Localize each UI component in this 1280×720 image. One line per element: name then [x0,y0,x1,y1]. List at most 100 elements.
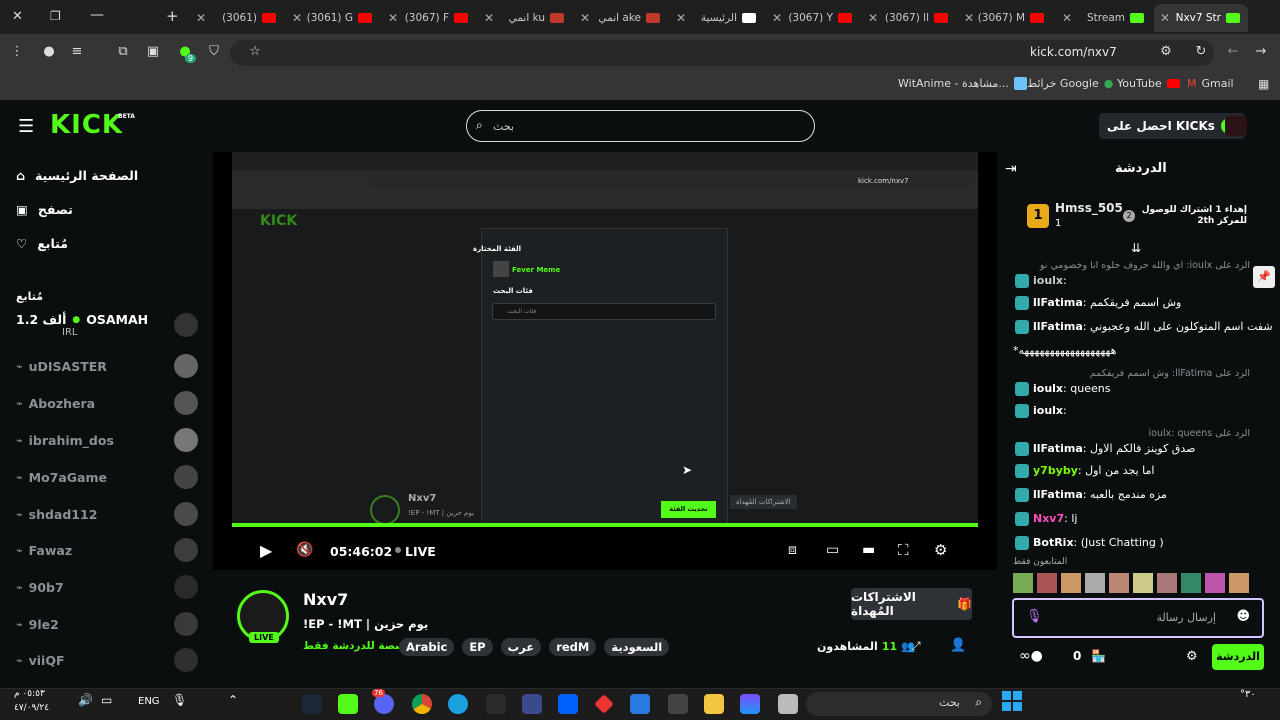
clip-icon[interactable]: ⧈ [788,542,797,558]
back-icon[interactable]: → [1252,44,1270,59]
chat-send-button[interactable]: الدردشة [1212,644,1264,670]
dropbox-icon[interactable] [558,694,578,714]
weather-temp[interactable]: °٣٠ [1240,689,1256,700]
chat-message[interactable]: llFatima: شفت اسم المتوكلون على الله وعج… [1013,320,1273,334]
app-icon[interactable] [522,694,542,714]
close-tab-icon[interactable]: ✕ [388,11,398,25]
followed-channel[interactable]: ⌁ Abozhera [16,388,198,418]
kick-logo[interactable]: KICK [50,110,123,140]
browser-tab[interactable]: ✕ (3061) [190,4,284,32]
chat-message[interactable]: ioulx: [1013,274,1067,288]
taskbar-search[interactable]: بحث ⌕ [806,692,992,716]
chat-reply-preview[interactable]: الرد على ioulx: اي والله حروف حلوه انا و… [1040,260,1250,271]
close-tab-icon[interactable]: ✕ [868,11,878,25]
update-category-button[interactable]: تحديث الفئة [661,501,716,518]
followed-channel[interactable]: ⌁ viiQF [16,645,198,675]
nav-home[interactable]: ⌂ الصفحة الرئيسية [16,168,138,183]
restore-window-icon[interactable]: ❐ [50,9,61,23]
reload-icon[interactable]: ↻ [1192,44,1210,59]
minimize-window-icon[interactable]: — [90,7,104,23]
category-search-input[interactable]: فئات البحث [492,303,716,320]
pip-icon[interactable]: ▭ [826,542,839,558]
close-tab-icon[interactable]: ✕ [1062,11,1072,25]
chat-username[interactable]: llFatima [1033,296,1083,309]
chat-message[interactable]: llFatima: صدق كوينز فالكم الاول [1013,442,1195,456]
edge-icon[interactable] [448,694,468,714]
followed-channel[interactable]: ⌁ 90b7 [16,572,198,602]
scroll-arrow-icon[interactable]: ⇊ [1131,241,1141,255]
epic-games-icon[interactable] [486,694,506,714]
mic-tray-icon[interactable]: 🎙 [172,693,187,707]
channel-points[interactable]: 0 🏪 [1073,649,1106,663]
site-settings-icon[interactable]: ⚙ [1157,44,1175,59]
store-icon[interactable] [668,694,688,714]
new-tab-button[interactable]: + [166,7,179,25]
tray-icons[interactable]: 🔊▭ [78,693,120,707]
collapse-chat-icon[interactable]: ⇥ [1005,161,1017,177]
chrome-icon[interactable] [412,694,432,714]
search-input[interactable]: بحث [466,110,815,142]
followed-channel[interactable]: ⌁ shdad112 [16,499,198,529]
close-tab-icon[interactable]: ✕ [580,11,590,25]
all-bookmarks-icon[interactable]: ▦ [1258,77,1269,91]
microphone-icon[interactable]: 🎙 [1026,609,1043,624]
language-indicator[interactable]: ENG [138,696,160,707]
browser-tab[interactable]: ✕ Nxv7 Str [1154,4,1248,32]
followed-channel[interactable]: ⌁ 9le2 [16,609,198,639]
chat-username[interactable]: ioulx [1033,382,1063,395]
stream-tag[interactable]: عرب [500,638,542,656]
chat-username[interactable]: llFatima [1033,488,1083,501]
settings-gear-icon[interactable]: ⚙ [934,541,947,559]
gift-subs-button[interactable]: الاشتراكات المُهداة 🎁 [851,588,972,620]
chat-username[interactable]: Nxv7 [1033,512,1064,525]
bookmark-gmail[interactable]: M Gmail [1187,77,1234,90]
follow-button[interactable]: 👤 [950,638,966,653]
followed-channel[interactable]: 1.2 ألف ● OSAMAH IRL [16,310,198,340]
app-icon[interactable] [778,694,798,714]
nav-following[interactable]: ♡ مُتابع [16,236,68,251]
browser-tab[interactable]: ✕ (3061) G [286,4,380,32]
extension-icon[interactable]: ≡ [68,44,86,59]
stream-tag[interactable]: السعودية [604,638,670,656]
menu-dots-icon[interactable]: ⋮ [8,44,26,59]
chat-username[interactable]: llFatima [1033,320,1083,333]
extensions-puzzle-icon[interactable]: ⧉ [114,44,132,59]
chat-message[interactable]: BotRix: (Just Chatting ) [1013,536,1164,550]
browser-tab[interactable]: ✕ (3067) M [958,4,1052,32]
chat-message[interactable]: ioulx: queens [1013,382,1110,396]
app-icon[interactable] [630,694,650,714]
chat-message[interactable]: llFatima: وش اسمم فريقكمم [1013,296,1181,310]
extension-icon[interactable]: ● [40,44,58,59]
close-window-icon[interactable]: ✕ [12,9,23,24]
close-tab-icon[interactable]: ✕ [196,11,206,25]
browser-tab[interactable]: ✕ الرئيسية [670,4,764,32]
volume-muted-icon[interactable]: 🔇 [296,542,313,558]
user-avatar[interactable] [1225,116,1247,136]
folder-icon[interactable] [704,694,724,714]
player-progress-bar[interactable] [232,523,978,527]
stream-tag[interactable]: Arabic [399,638,455,656]
chat-username[interactable]: BotRix [1033,536,1074,549]
chat-message[interactable]: llFatima: مزه مندمج بالعبه [1013,488,1167,502]
pin-icon[interactable]: 📌 [1253,266,1275,288]
close-tab-icon[interactable]: ✕ [676,11,686,25]
extension-icon[interactable]: ▣ [144,44,162,59]
chat-settings-icon[interactable]: ⚙ [1186,649,1198,664]
close-tab-icon[interactable]: ✕ [964,11,974,25]
theater-mode-icon[interactable]: ▬ [862,542,875,558]
close-tab-icon[interactable]: ✕ [772,11,782,25]
close-tab-icon[interactable]: ✕ [292,11,302,25]
chat-message[interactable]: ioulx: [1013,404,1067,418]
browser-tab[interactable]: ✕ Stream [1056,4,1152,32]
emoji-icon[interactable]: ☻ [1236,609,1250,624]
bookmark-youtube[interactable]: YouTube [1117,77,1180,90]
bookmark-star-icon[interactable]: ☆ [246,44,264,59]
chat-message[interactable]: Nxv7: lj [1013,512,1077,526]
app-icon[interactable] [740,694,760,714]
chat-username[interactable]: ioulx [1033,274,1063,287]
browser-tab[interactable]: ✕ انمي ake [574,4,668,32]
browser-tab[interactable]: ✕ انمي ku [478,4,572,32]
streamer-name[interactable]: Nxv7 [303,590,348,609]
discord-icon[interactable] [374,694,394,714]
windows-start-icon[interactable] [1002,691,1022,711]
